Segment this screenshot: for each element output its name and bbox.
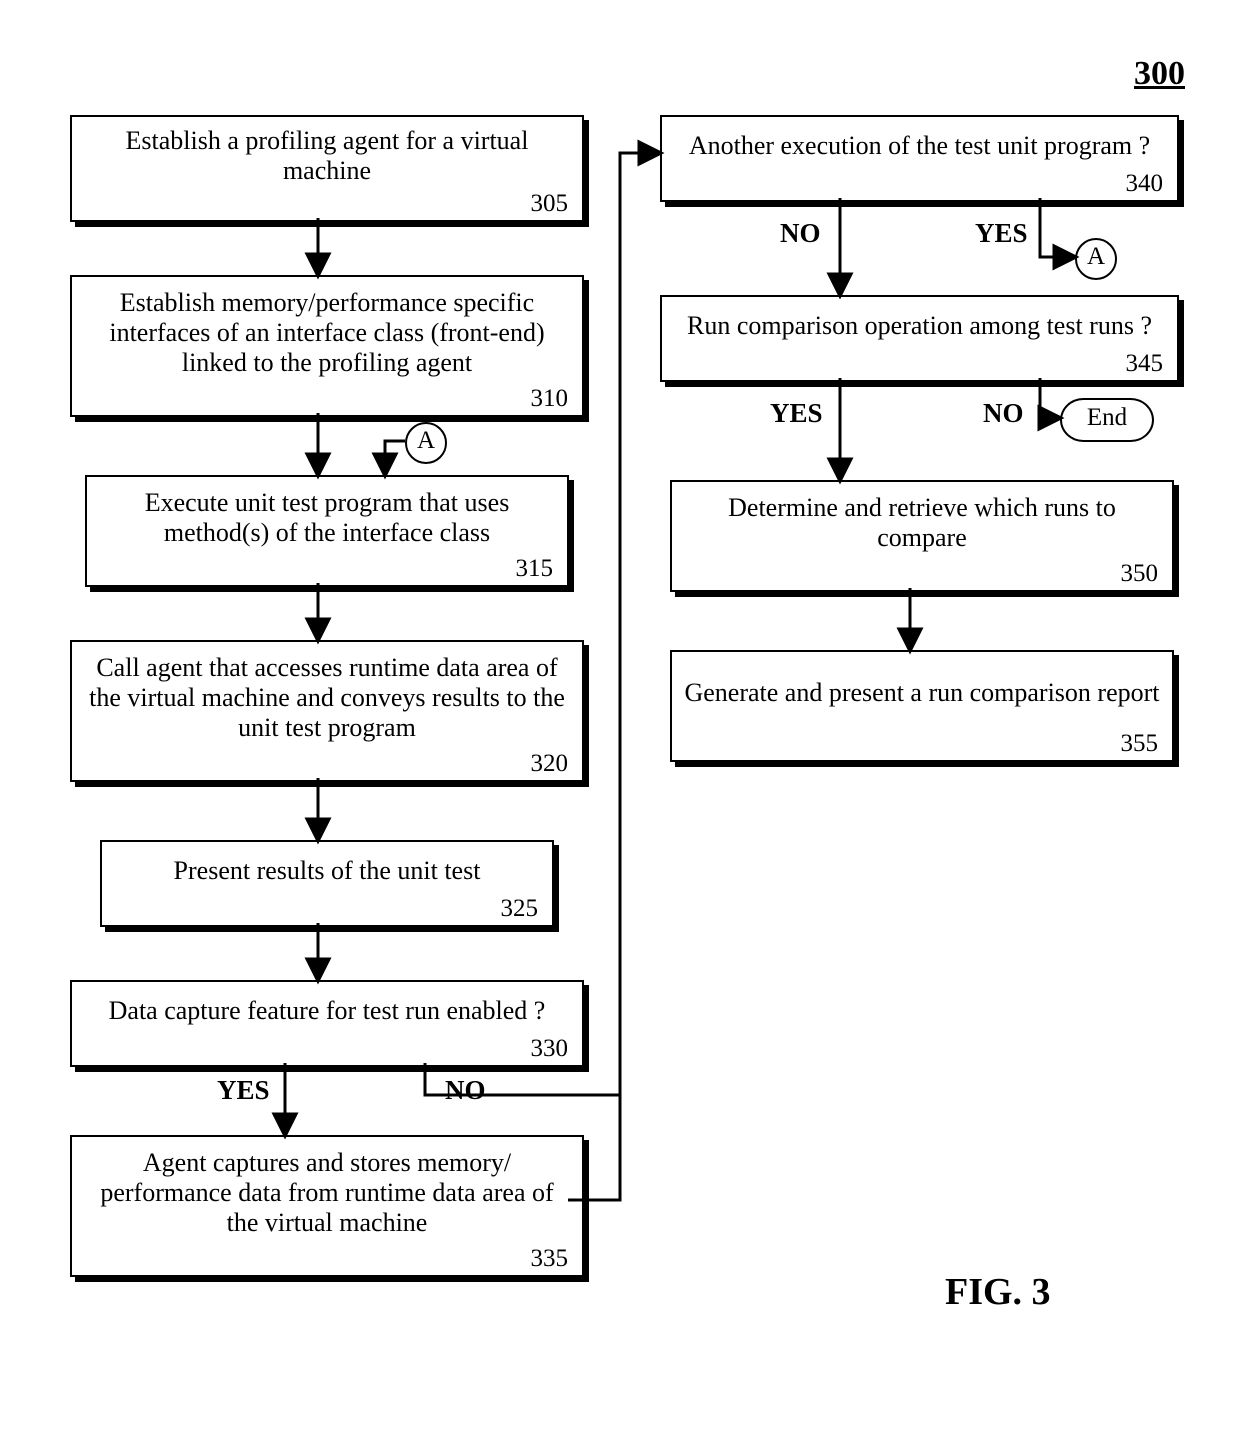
step-305-text: Establish a profiling agent for a virtua… — [82, 123, 572, 188]
figure-number: 300 — [1134, 55, 1185, 93]
decision-330-number: 330 — [82, 1035, 572, 1063]
step-315-number: 315 — [97, 555, 557, 583]
step-310-number: 310 — [82, 385, 572, 413]
decision-340: Another execution of the test unit progr… — [660, 115, 1179, 202]
step-320: Call agent that accesses runtime data ar… — [70, 640, 584, 782]
step-310-text: Establish memory/performance specific in… — [82, 283, 572, 383]
label-345-no: NO — [983, 398, 1024, 429]
step-325-text: Present results of the unit test — [112, 848, 542, 893]
step-315-text: Execute unit test program that uses meth… — [97, 483, 557, 553]
decision-345-text: Run comparison operation among test runs… — [672, 303, 1167, 348]
decision-330-text: Data capture feature for test run enable… — [82, 988, 572, 1033]
step-335: Agent captures and stores memory/ perfor… — [70, 1135, 584, 1277]
decision-330: Data capture feature for test run enable… — [70, 980, 584, 1067]
step-355: Generate and present a run comparison re… — [670, 650, 1174, 762]
step-315: Execute unit test program that uses meth… — [85, 475, 569, 587]
step-325-number: 325 — [112, 895, 542, 923]
step-325: Present results of the unit test 325 — [100, 840, 554, 927]
end-terminator: End — [1060, 398, 1154, 442]
step-350: Determine and retrieve which runs to com… — [670, 480, 1174, 592]
connector-a-in: A — [405, 422, 447, 464]
decision-340-text: Another execution of the test unit progr… — [672, 123, 1167, 168]
step-305-number: 305 — [82, 190, 572, 218]
step-310: Establish memory/performance specific in… — [70, 275, 584, 417]
step-320-number: 320 — [82, 750, 572, 778]
step-350-number: 350 — [682, 560, 1162, 588]
step-335-number: 335 — [82, 1245, 572, 1273]
step-355-number: 355 — [682, 730, 1162, 758]
label-340-yes: YES — [975, 218, 1028, 249]
decision-340-number: 340 — [672, 170, 1167, 198]
step-355-text: Generate and present a run comparison re… — [682, 658, 1162, 728]
step-350-text: Determine and retrieve which runs to com… — [682, 488, 1162, 558]
step-305: Establish a profiling agent for a virtua… — [70, 115, 584, 222]
decision-345: Run comparison operation among test runs… — [660, 295, 1179, 382]
label-340-no: NO — [780, 218, 821, 249]
label-345-yes: YES — [770, 398, 823, 429]
step-335-text: Agent captures and stores memory/ perfor… — [82, 1143, 572, 1243]
decision-345-number: 345 — [672, 350, 1167, 378]
label-330-yes: YES — [217, 1075, 270, 1106]
step-320-text: Call agent that accesses runtime data ar… — [82, 648, 572, 748]
label-330-no: NO — [445, 1075, 486, 1106]
figure-caption: FIG. 3 — [945, 1270, 1051, 1314]
connector-a-out: A — [1075, 238, 1117, 280]
